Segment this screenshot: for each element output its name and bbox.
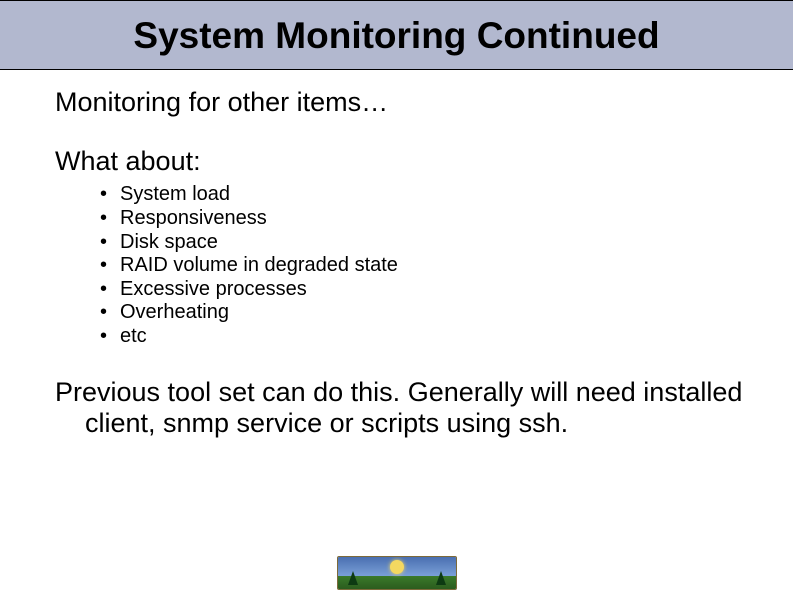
list-item: Excessive processes xyxy=(100,278,758,302)
slide: System Monitoring Continued Monitoring f… xyxy=(0,0,793,596)
sun-icon xyxy=(390,560,404,574)
closing-paragraph: Previous tool set can do this. Generally… xyxy=(55,377,758,441)
list-item: Responsiveness xyxy=(100,207,758,231)
list-item: Disk space xyxy=(100,231,758,255)
footer-logo xyxy=(337,556,457,590)
slide-body: Monitoring for other items… What about: … xyxy=(0,70,793,440)
logo-scene xyxy=(338,557,456,589)
list-item: etc xyxy=(100,325,758,349)
slide-title: System Monitoring Continued xyxy=(0,15,793,57)
closing-text: Previous tool set can do this. Generally… xyxy=(55,377,758,441)
bullet-list: System load Responsiveness Disk space RA… xyxy=(55,183,758,348)
list-item: Overheating xyxy=(100,301,758,325)
list-item: System load xyxy=(100,183,758,207)
intro-text: Monitoring for other items… xyxy=(55,86,758,118)
subhead-text: What about: xyxy=(55,146,758,177)
tree-icon xyxy=(436,571,446,585)
list-item: RAID volume in degraded state xyxy=(100,254,758,278)
title-bar: System Monitoring Continued xyxy=(0,0,793,70)
tree-icon xyxy=(348,571,358,585)
